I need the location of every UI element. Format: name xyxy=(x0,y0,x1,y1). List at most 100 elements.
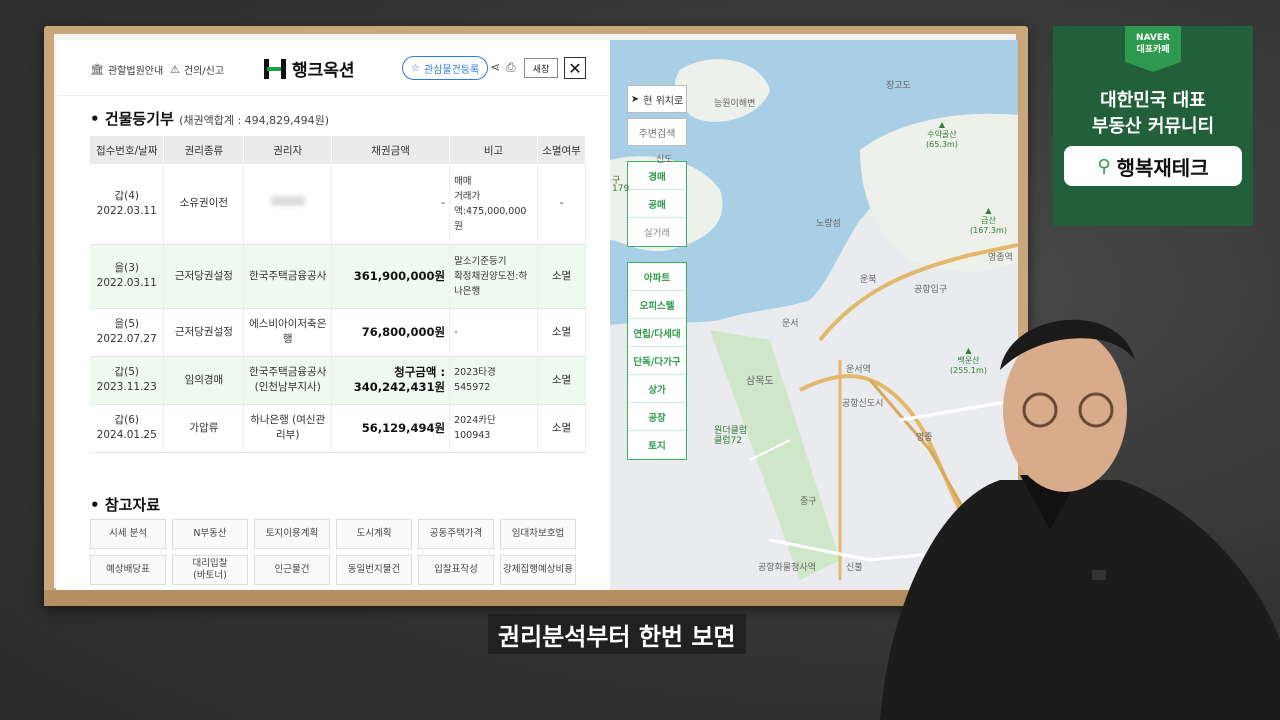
reference-grid: 시세 분석 N부동산 토지이용계획 도시계획 공동주택가격 임대차보호법예상배당표 대리입찰… xyxy=(90,519,580,585)
banner-line1: 대한민국 대표 xyxy=(1100,90,1206,111)
note-cell: 매매 거래가 액:475,000,000 원 xyxy=(449,164,539,245)
reference-title: • 참고자료 xyxy=(90,496,161,514)
table-row: 갑(4) 2022.03.11 소유권이전 - 매매 거래가 액:475,000,000… xyxy=(90,164,586,245)
right-type-cell: 근저당권설정 xyxy=(163,308,245,357)
receipt-no: 을(3) xyxy=(114,262,140,274)
map-label: 운서 xyxy=(782,319,799,329)
receipt-cell: 을(5) 2022.07.27 xyxy=(90,308,165,357)
logo[interactable]: 행크옥션 xyxy=(264,56,355,81)
close-button[interactable]: ✕ xyxy=(564,57,586,79)
reference-button[interactable]: 인근물건 xyxy=(254,555,330,585)
search-icon: ⚲ xyxy=(1097,155,1111,177)
status-cell: 소멸 xyxy=(537,404,586,453)
receipt-no: 갑(6) xyxy=(114,414,140,426)
auction-panel: 🏛 관할법원안내 ⚠ 건의/신고 행크옥션 ☆ 관심물건등록 ⋖ ⎙ 새창 ✕ … xyxy=(56,40,610,590)
col-header: 접수번호/날짜 xyxy=(90,136,165,164)
receipt-cell: 을(3) 2022.03.11 xyxy=(90,244,165,309)
filter-officetel[interactable]: 오피스텔 xyxy=(628,291,686,319)
receipt-cell: 갑(5) 2023.11.23 xyxy=(90,356,165,405)
amount-cell: 청구금액 : 340,242,431원 xyxy=(331,356,451,405)
naver-badge: NAVER 대표카페 xyxy=(1125,26,1181,72)
map-label: 신도 xyxy=(656,155,673,165)
receipt-date: 2022.07.27 xyxy=(96,333,157,345)
nearby-search-button[interactable]: 주변검색 xyxy=(627,118,687,146)
map-label: 중구 xyxy=(800,497,817,507)
filter-land[interactable]: 토지 xyxy=(628,431,686,459)
table-row: 갑(5) 2023.11.23 임의경매 한국주택금융공사 (인천남부지사) 청구금액 … xyxy=(90,356,586,405)
registry-title: • 건물등기부 (채권액합계 : 494,829,494원) xyxy=(90,110,330,128)
print-icon[interactable]: ⎙ xyxy=(506,60,516,75)
table-row: 을(3) 2022.03.11 근저당권설정 한국주택금융공사 361,900,000원… xyxy=(90,244,586,309)
top-bar: 🏛 관할법원안내 ⚠ 건의/신고 행크옥션 ☆ 관심물건등록 ⋖ ⎙ 새창 ✕ xyxy=(56,40,610,96)
map-label: 운북 xyxy=(860,275,877,285)
reference-button[interactable]: 대리입찰 (바토너) xyxy=(172,555,248,585)
reference-button[interactable]: 토지이용계획 xyxy=(254,519,330,549)
current-location-button[interactable]: ➤ 현 위치로 xyxy=(627,85,687,113)
right-type-cell: 가압류 xyxy=(163,404,245,453)
registry-table: 접수번호/날짜 권리종류 권리자 채권금액 비고 소멸여부 갑(4) 2022.0… xyxy=(90,136,586,453)
holder-cell xyxy=(243,164,333,245)
mountain-label: ▲ 금산 (167.3m) xyxy=(970,206,1007,235)
mountain-label: ▲ 수약골산 (65.3m) xyxy=(926,120,958,149)
status-cell: 소멸 xyxy=(537,356,586,405)
map-label: 179 xyxy=(612,184,630,194)
reference-button[interactable]: 시세 분석 xyxy=(90,519,166,549)
note-cell: - xyxy=(449,308,539,357)
filter-commercial[interactable]: 상가 xyxy=(628,375,686,403)
receipt-cell: 갑(4) 2022.03.11 xyxy=(90,164,165,245)
logo-mark-icon xyxy=(264,58,286,79)
filter-apartment[interactable]: 아파트 xyxy=(628,263,686,291)
reference-button[interactable]: 동일번지물건 xyxy=(336,555,412,585)
mountain-icon: ▲ xyxy=(938,120,945,129)
holder-cell: 하나은행 (여신관 리부) xyxy=(243,404,333,453)
col-header: 채권금액 xyxy=(331,136,451,164)
receipt-cell: 갑(6) 2024.01.25 xyxy=(90,404,165,453)
note-cell: 말소기준등기 확정채권양도전:하 나은행 xyxy=(449,244,539,309)
filter-factory[interactable]: 공장 xyxy=(628,403,686,431)
note-cell: 2023타경 545972 xyxy=(449,356,539,405)
star-icon: ☆ xyxy=(411,62,420,74)
reference-button[interactable]: 임대차보호법 xyxy=(500,519,576,549)
reference-button[interactable]: N부동산 xyxy=(172,519,248,549)
filter-public-sale[interactable]: 공매 xyxy=(628,190,686,218)
building-icon: 🏛 xyxy=(90,63,104,76)
reference-button[interactable]: 공동주택가격 xyxy=(418,519,494,549)
table-row: 을(5) 2022.07.27 근저당권설정 에스비아이저축은 행 76,800,000… xyxy=(90,308,586,357)
lapel-mic-icon xyxy=(1092,570,1106,580)
status-cell: 소멸 xyxy=(537,244,586,309)
share-icon[interactable]: ⋖ xyxy=(490,60,500,74)
reference-button[interactable]: 도시계획 xyxy=(336,519,412,549)
reference-button[interactable]: 예상배당표 xyxy=(90,555,166,585)
amount-cell: - xyxy=(331,164,451,245)
favorite-button[interactable]: ☆ 관심물건등록 xyxy=(402,56,489,80)
receipt-no: 을(5) xyxy=(114,318,140,330)
map-label: 공항화물청사역 xyxy=(758,563,816,573)
navigation-arrow-icon: ➤ xyxy=(630,93,640,105)
table-row: 갑(6) 2024.01.25 가압류 하나은행 (여신관 리부) 56,129,494… xyxy=(90,404,586,453)
holder-cell: 한국주택금융공사 xyxy=(243,244,333,309)
reference-button[interactable]: 강제집행예상비용 xyxy=(500,555,576,585)
note-cell: 2024카단 100943 xyxy=(449,404,539,453)
reference-button[interactable]: 입찰표작성 xyxy=(418,555,494,585)
filter-auction[interactable]: 경매 xyxy=(628,162,686,190)
filter-real-trade[interactable]: 실거래 xyxy=(628,218,686,246)
status-cell: - xyxy=(537,164,586,245)
filter-house[interactable]: 단독/다가구 xyxy=(628,347,686,375)
receipt-no: 갑(5) xyxy=(114,366,140,378)
col-header: 권리종류 xyxy=(163,136,245,164)
right-type-cell: 소유권이전 xyxy=(163,164,245,245)
trade-type-group: 경매 공매 실거래 xyxy=(627,161,687,247)
receipt-date: 2022.03.11 xyxy=(96,204,157,217)
court-info-link[interactable]: 🏛 관할법원안내 xyxy=(90,62,163,77)
receipt-date: 2024.01.25 xyxy=(96,429,157,441)
holder-cell: 한국주택금융공사 (인천남부지사) xyxy=(243,356,333,405)
holder-cell: 에스비아이저축은 행 xyxy=(243,308,333,357)
amount-cell: 361,900,000원 xyxy=(331,244,451,309)
new-window-button[interactable]: 새창 xyxy=(524,58,558,78)
col-header: 소멸여부 xyxy=(537,136,586,164)
filter-villa[interactable]: 연립/다세대 xyxy=(628,319,686,347)
presenter-body xyxy=(880,480,1280,720)
report-link[interactable]: ⚠ 건의/신고 xyxy=(170,62,224,77)
amount-cell: 76,800,000원 xyxy=(331,308,451,357)
col-header: 비고 xyxy=(449,136,539,164)
